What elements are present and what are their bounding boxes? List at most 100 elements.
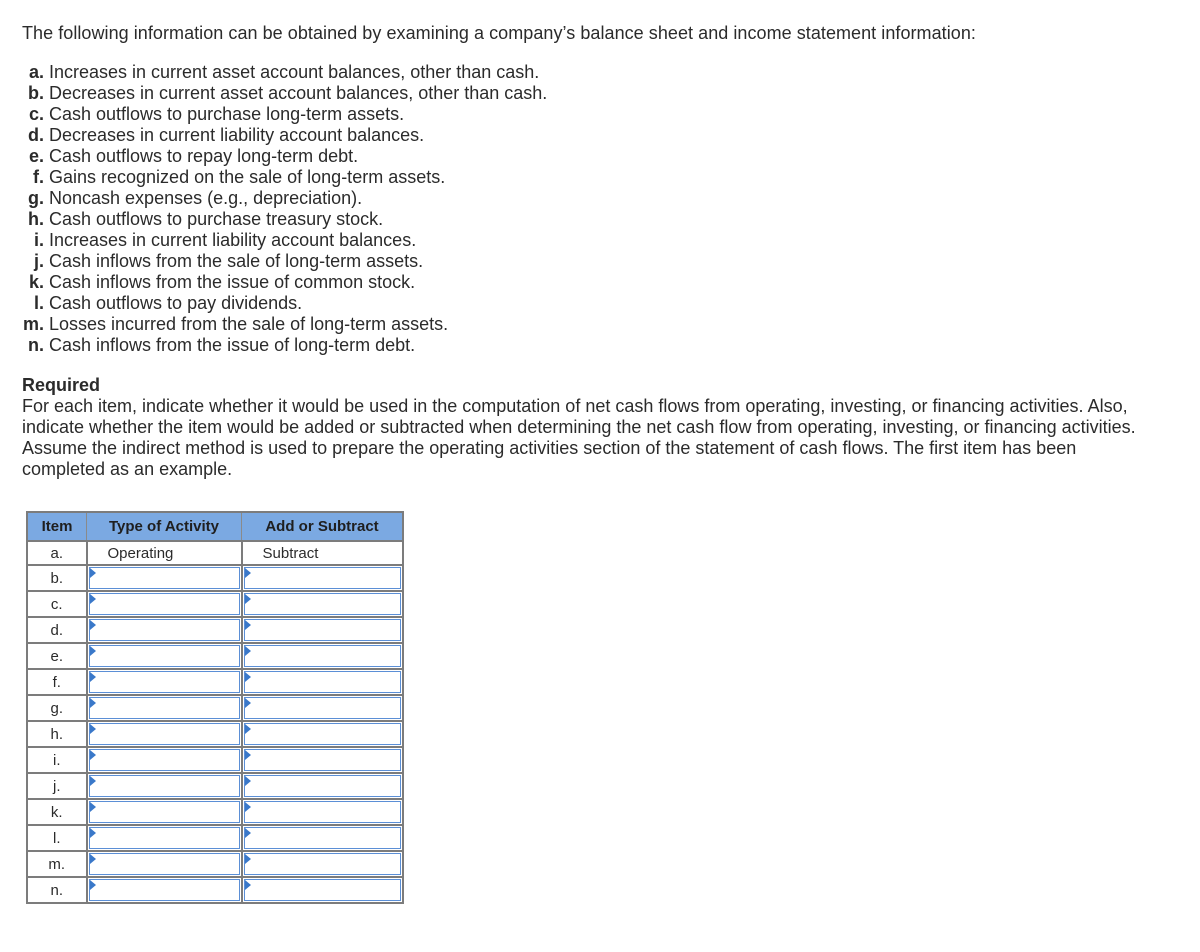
dropdown-marker-icon — [89, 672, 96, 682]
item-text: Cash inflows from the sale of long-term … — [49, 251, 424, 271]
type-of-activity-dropdown[interactable] — [88, 801, 240, 823]
item-text: Cash outflows to purchase treasury stock… — [49, 209, 384, 229]
item-label: f. — [33, 167, 44, 187]
dropdown-marker-icon — [89, 594, 96, 604]
type-of-activity-dropdown[interactable] — [88, 749, 240, 771]
list-item: n. Cash inflows from the issue of long-te… — [22, 335, 547, 356]
dropdown-marker-icon — [89, 724, 96, 734]
item-cell: m. — [26, 850, 88, 878]
add-or-subtract-dropdown-cell — [240, 720, 404, 748]
dropdown-marker-icon — [89, 750, 96, 760]
type-of-activity-dropdown-cell — [85, 798, 243, 826]
add-or-subtract-dropdown[interactable] — [243, 749, 401, 771]
add-or-subtract-dropdown-cell — [240, 694, 404, 722]
dropdown-marker-icon — [244, 620, 251, 630]
type-of-activity-dropdown[interactable] — [88, 879, 240, 901]
add-or-subtract-dropdown-cell — [240, 746, 404, 774]
item-list: a. Increases in current asset account bal… — [22, 62, 547, 356]
add-or-subtract-dropdown[interactable] — [243, 619, 401, 641]
type-of-activity-dropdown-cell — [85, 564, 243, 592]
header-item: Item — [26, 511, 87, 542]
item-label: j. — [33, 251, 44, 271]
add-or-subtract-dropdown[interactable] — [243, 879, 401, 901]
type-of-activity-dropdown[interactable] — [88, 567, 240, 589]
type-of-activity-dropdown[interactable] — [88, 671, 240, 693]
list-item: k. Cash inflows from the issue of common … — [22, 272, 547, 293]
add-or-subtract-dropdown[interactable] — [243, 801, 401, 823]
item-text: Increases in current asset account balan… — [49, 62, 540, 82]
item-cell: a. — [26, 540, 88, 566]
type-of-activity-dropdown[interactable] — [88, 827, 240, 849]
list-item: b. Decreases in current asset account bal… — [22, 83, 547, 104]
add-or-subtract-dropdown-cell — [240, 850, 404, 878]
add-or-subtract-dropdown-cell — [240, 876, 404, 904]
dropdown-marker-icon — [89, 568, 96, 578]
type-of-activity-dropdown[interactable] — [88, 619, 240, 641]
add-or-subtract-dropdown[interactable] — [243, 567, 401, 589]
add-or-subtract-dropdown[interactable] — [243, 853, 401, 875]
dropdown-marker-icon — [244, 568, 251, 578]
item-label: l. — [33, 293, 44, 313]
item-label: b. — [28, 83, 44, 103]
item-cell: j. — [26, 772, 88, 800]
item-label: i. — [33, 230, 44, 250]
add-or-subtract-dropdown-cell — [240, 616, 404, 644]
table-row: f. — [26, 668, 404, 696]
add-or-subtract-value: Subtract — [240, 540, 404, 566]
item-label: g. — [28, 188, 44, 208]
add-or-subtract-dropdown[interactable] — [243, 671, 401, 693]
type-of-activity-dropdown[interactable] — [88, 697, 240, 719]
list-item: i. Increases in current liability account… — [22, 230, 547, 251]
type-of-activity-dropdown[interactable] — [88, 853, 240, 875]
type-of-activity-dropdown-cell — [85, 642, 243, 670]
header-add-or-subtract: Add or Subtract — [241, 511, 404, 542]
add-or-subtract-dropdown[interactable] — [243, 827, 401, 849]
item-text: Decreases in current asset account balan… — [49, 83, 548, 103]
dropdown-marker-icon — [244, 880, 251, 890]
list-item: j. Cash inflows from the sale of long-ter… — [22, 251, 547, 272]
item-text: Noncash expenses (e.g., depreciation). — [49, 188, 363, 208]
add-or-subtract-dropdown-cell — [240, 642, 404, 670]
type-of-activity-dropdown-cell — [85, 668, 243, 696]
item-label: e. — [28, 146, 44, 166]
item-label: n. — [28, 335, 44, 355]
type-of-activity-dropdown-cell — [85, 616, 243, 644]
add-or-subtract-dropdown[interactable] — [243, 697, 401, 719]
table-header-row: Item Type of Activity Add or Subtract — [26, 511, 404, 542]
add-or-subtract-dropdown[interactable] — [243, 775, 401, 797]
dropdown-marker-icon — [244, 750, 251, 760]
type-of-activity-dropdown[interactable] — [88, 775, 240, 797]
add-or-subtract-dropdown-cell — [240, 590, 404, 618]
add-or-subtract-dropdown-cell — [240, 564, 404, 592]
item-label: d. — [28, 125, 44, 145]
type-of-activity-dropdown-cell — [85, 694, 243, 722]
dropdown-marker-icon — [244, 776, 251, 786]
required-heading: Required — [22, 375, 101, 395]
add-or-subtract-dropdown[interactable] — [243, 723, 401, 745]
add-or-subtract-dropdown-cell — [240, 668, 404, 696]
dropdown-marker-icon — [89, 802, 96, 812]
item-text: Gains recognized on the sale of long-ter… — [49, 167, 446, 187]
answer-table: Item Type of Activity Add or Subtract a.… — [26, 511, 404, 904]
type-of-activity-dropdown-cell — [85, 772, 243, 800]
type-of-activity-dropdown[interactable] — [88, 593, 240, 615]
type-of-activity-dropdown-cell — [85, 876, 243, 904]
item-cell: d. — [26, 616, 88, 644]
add-or-subtract-dropdown[interactable] — [243, 645, 401, 667]
item-cell: b. — [26, 564, 88, 592]
list-item: m. Losses incurred from the sale of long-… — [22, 314, 547, 335]
dropdown-marker-icon — [89, 880, 96, 890]
type-of-activity-dropdown[interactable] — [88, 645, 240, 667]
type-of-activity-dropdown[interactable] — [88, 723, 240, 745]
dropdown-marker-icon — [89, 776, 96, 786]
header-type-of-activity: Type of Activity — [86, 511, 242, 542]
table-row: d. — [26, 616, 404, 644]
add-or-subtract-dropdown-cell — [240, 798, 404, 826]
item-text: Cash inflows from the issue of common st… — [49, 272, 416, 292]
item-cell: c. — [26, 590, 88, 618]
item-cell: l. — [26, 824, 88, 852]
add-or-subtract-dropdown[interactable] — [243, 593, 401, 615]
list-item: a. Increases in current asset account bal… — [22, 62, 547, 83]
dropdown-marker-icon — [244, 646, 251, 656]
table-row: g. — [26, 694, 404, 722]
